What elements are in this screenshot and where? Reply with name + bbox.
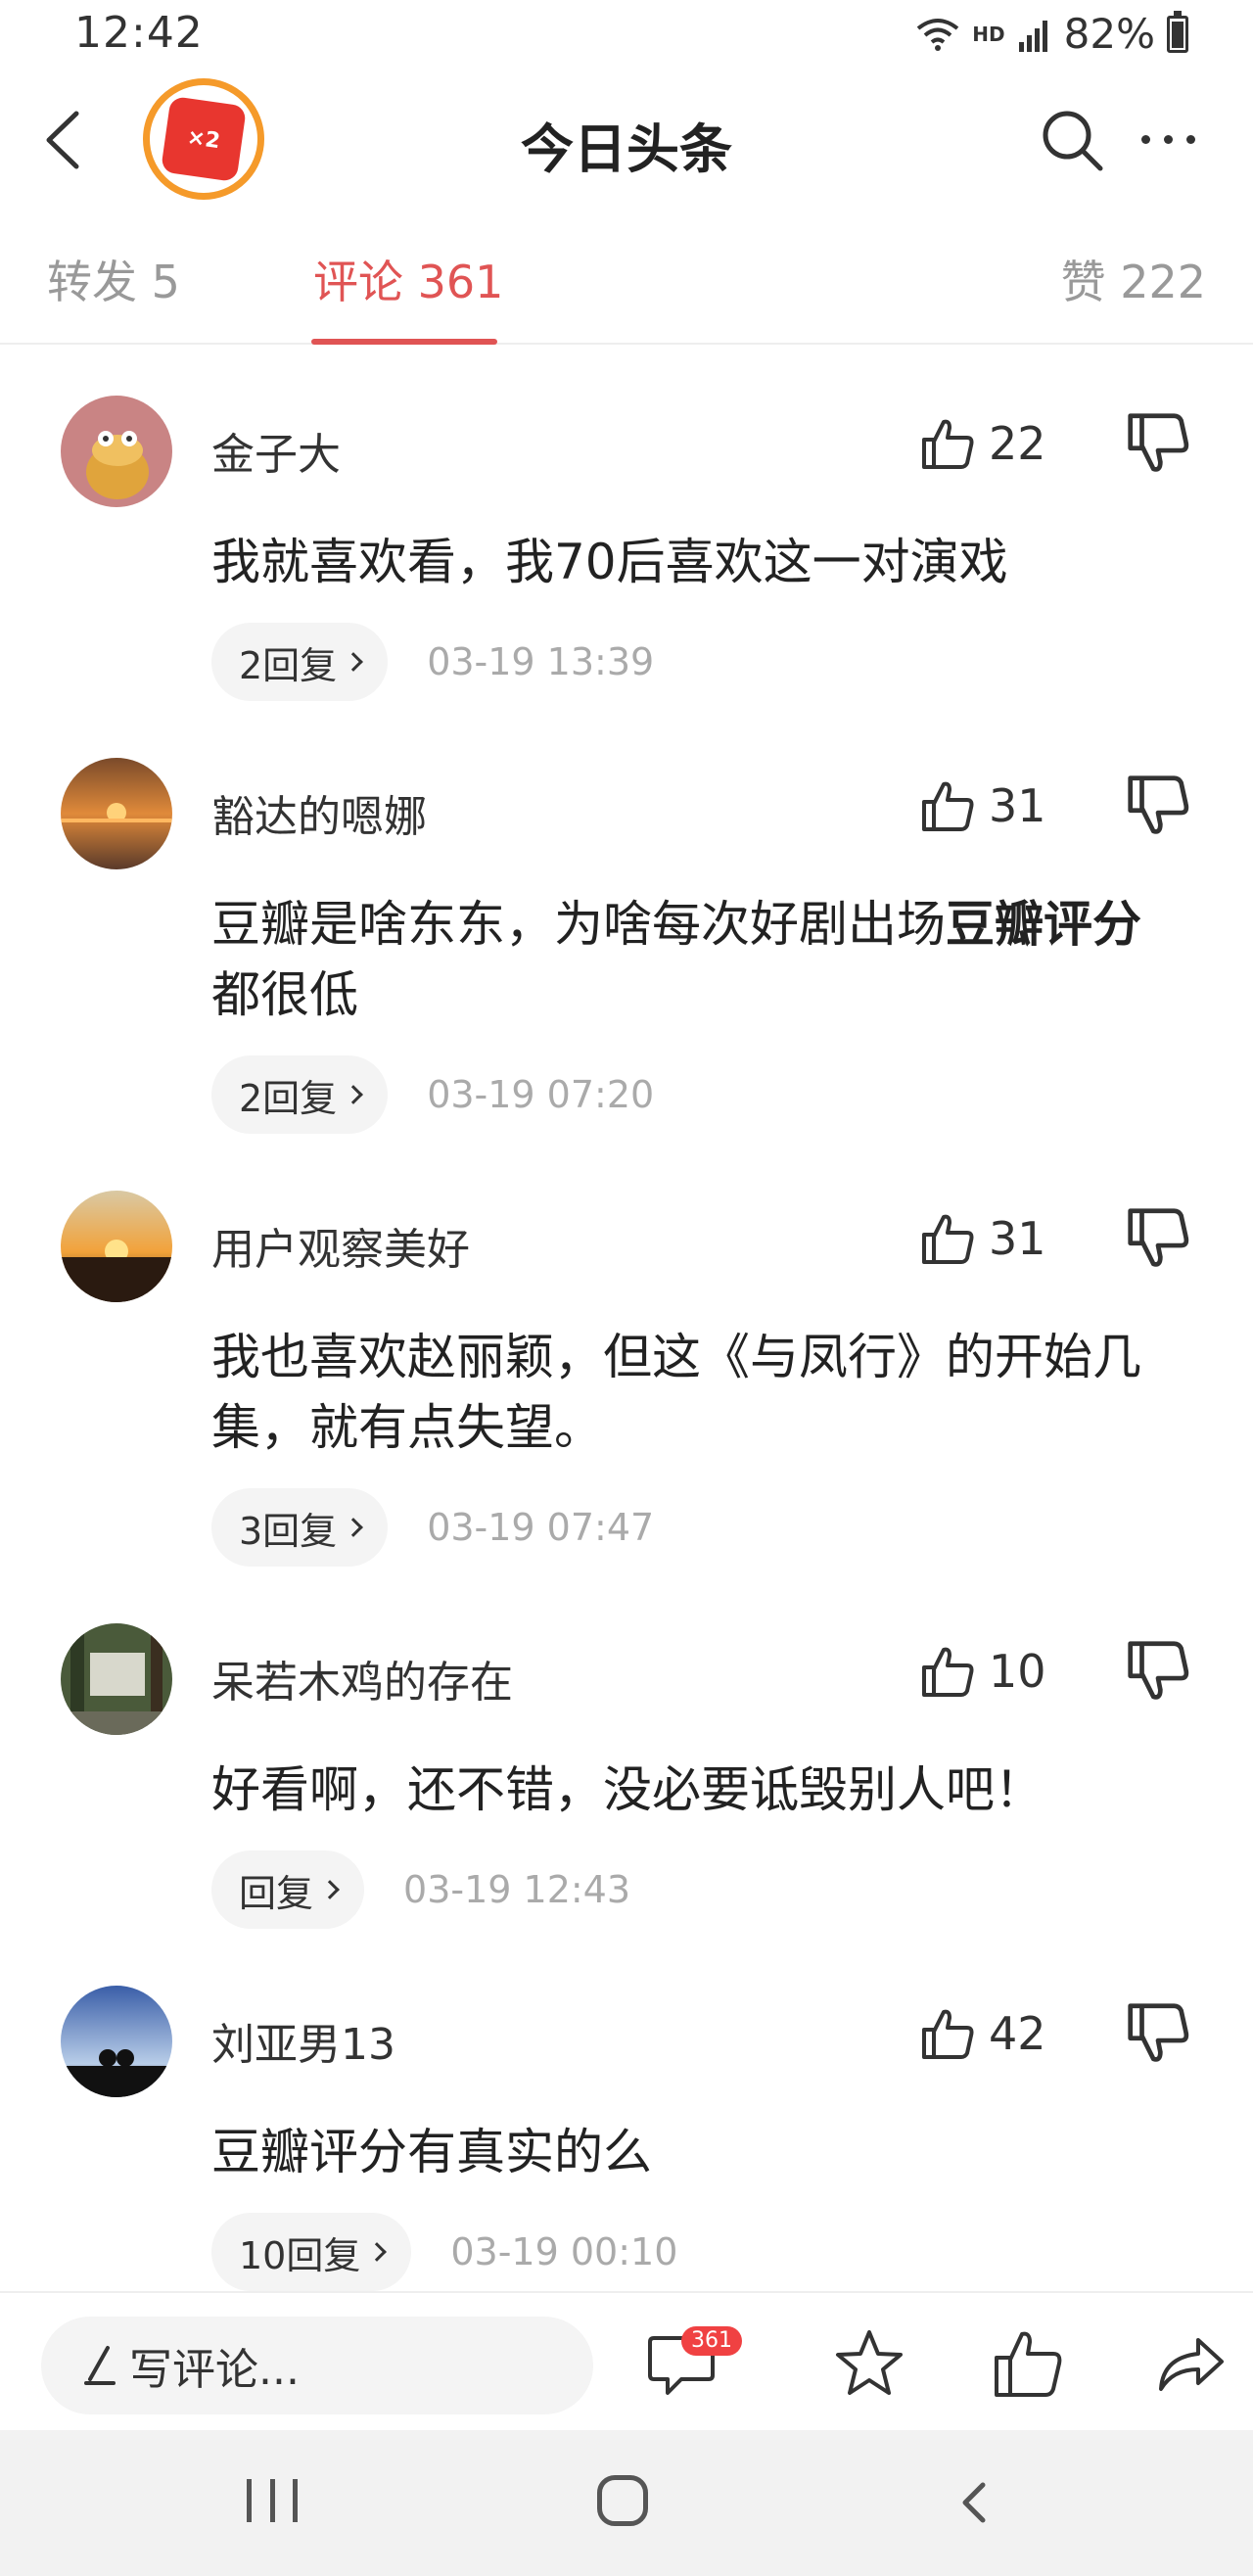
network-type: HD — [972, 22, 1005, 46]
comment-text-highlight[interactable]: 豆瓣评分 — [946, 896, 1141, 953]
thumbs-up-icon — [922, 781, 974, 831]
like-button[interactable]: 31 — [920, 772, 1046, 840]
comment-text: 豆瓣评分有真实的么 — [211, 2124, 652, 2180]
avatar[interactable] — [61, 758, 172, 869]
comment-time: 03-19 12:43 — [403, 1868, 631, 1911]
like-count: 10 — [989, 1645, 1046, 1698]
chevron-right-icon — [344, 652, 364, 672]
signal-icon — [1018, 20, 1047, 52]
wifi-icon — [917, 18, 959, 51]
nav-back-icon[interactable] — [955, 2479, 995, 2526]
chevron-right-icon — [344, 1085, 364, 1104]
avatar[interactable] — [61, 1191, 172, 1302]
avatar[interactable] — [61, 396, 172, 507]
tab-forward[interactable]: 转发 5 — [47, 247, 180, 311]
reply-button[interactable]: 回复 — [211, 1850, 365, 1929]
thumbs-up-icon[interactable] — [989, 2324, 1067, 2403]
thumbs-down-icon[interactable] — [1126, 1639, 1190, 1704]
reply-count: 2回复 — [239, 1076, 338, 1120]
comment-time: 03-19 07:20 — [427, 1073, 655, 1116]
battery-icon — [1167, 10, 1188, 53]
comment-text-part: 豆瓣是啥东东，为啥每次好剧出场 — [211, 896, 946, 953]
comment-list: 金子大 22 我就喜欢看，我70后喜欢这一对演戏 2回复 03-19 13:39 — [0, 345, 1253, 2293]
share-icon[interactable] — [1151, 2324, 1230, 2403]
top-header: ×2 今日头条 — [0, 70, 1253, 210]
bottom-action-bar: 写评论... 361 — [0, 2291, 1253, 2430]
comment-username[interactable]: 用户观察美好 — [211, 1214, 470, 1277]
star-icon[interactable] — [830, 2324, 908, 2403]
system-nav-bar — [0, 2430, 1253, 2576]
reply-button[interactable]: 2回复 — [211, 1055, 389, 1134]
recent-apps-icon[interactable] — [247, 2479, 298, 2522]
comment-text-part: 都很低 — [211, 966, 358, 1023]
reply-button[interactable]: 10回复 — [211, 2213, 412, 2291]
reply-count: 2回复 — [239, 643, 338, 687]
status-bar: 12:42 HD 82% — [0, 0, 1253, 70]
comment-text: 我也喜欢赵丽颖，但这《与凤行》的开始几集，就有点失望。 — [211, 1329, 1141, 1456]
chevron-right-icon — [344, 1518, 364, 1537]
search-icon[interactable] — [1038, 106, 1106, 174]
write-comment-input[interactable]: 写评论... — [41, 2317, 593, 2414]
comment-username[interactable]: 刘亚男13 — [211, 2009, 395, 2072]
reply-button[interactable]: 3回复 — [211, 1488, 389, 1567]
pen-icon — [84, 2346, 116, 2385]
like-count: 22 — [989, 417, 1046, 470]
thumbs-down-icon[interactable] — [1126, 2001, 1190, 2066]
write-comment-placeholder: 写评论... — [129, 2345, 300, 2395]
comment-text: 好看啊，还不错，没必要诋毁别人吧！ — [211, 1761, 1044, 1818]
thumbs-up-icon — [922, 1214, 974, 1264]
tab-bar: 转发 5 评论 361 赞 222 — [0, 210, 1253, 345]
like-button[interactable]: 31 — [920, 1204, 1046, 1273]
like-button[interactable]: 10 — [920, 1637, 1046, 1706]
reply-count: 回复 — [239, 1871, 314, 1915]
comment-meta: 2回复 03-19 07:20 — [211, 1055, 654, 1134]
like-button[interactable]: 22 — [920, 409, 1046, 478]
comment-meta: 2回复 03-19 13:39 — [211, 623, 654, 701]
reply-count: 10回复 — [239, 2233, 361, 2277]
comment-username[interactable]: 呆若木鸡的存在 — [211, 1647, 513, 1710]
thumbs-down-icon[interactable] — [1126, 773, 1190, 838]
thumbs-up-icon — [922, 1647, 974, 1697]
like-count: 31 — [989, 1212, 1046, 1265]
comment-count-badge: 361 — [681, 2326, 742, 2356]
thumbs-up-icon — [922, 419, 974, 469]
like-count: 31 — [989, 779, 1046, 832]
avatar[interactable] — [61, 1986, 172, 2097]
comment-text: 豆瓣是啥东东，为啥每次好剧出场豆瓣评分都很低 — [211, 889, 1171, 1030]
comment-time: 03-19 07:47 — [427, 1506, 655, 1549]
tab-comments[interactable]: 评论 361 — [313, 247, 503, 311]
chevron-right-icon — [367, 2242, 388, 2262]
thumbs-down-icon[interactable] — [1126, 1206, 1190, 1271]
thumbs-down-icon[interactable] — [1126, 411, 1190, 476]
comment-time: 03-19 13:39 — [427, 640, 655, 683]
comment-username[interactable]: 金子大 — [211, 419, 341, 482]
comment-username[interactable]: 豁达的嗯娜 — [211, 781, 427, 844]
reply-count: 3回复 — [239, 1509, 338, 1553]
comment-meta: 10回复 03-19 00:10 — [211, 2213, 677, 2291]
reply-button[interactable]: 2回复 — [211, 623, 389, 701]
avatar[interactable] — [61, 1623, 172, 1735]
home-icon[interactable] — [597, 2475, 648, 2526]
more-icon[interactable] — [1141, 121, 1210, 157]
comment-time: 03-19 00:10 — [450, 2230, 678, 2273]
comment-meta: 回复 03-19 12:43 — [211, 1850, 630, 1929]
thumbs-up-icon — [922, 2009, 974, 2059]
like-count: 42 — [989, 2007, 1046, 2060]
battery-percent: 82% — [1063, 10, 1155, 58]
tab-likes[interactable]: 赞 222 — [1061, 247, 1206, 311]
like-button[interactable]: 42 — [920, 1999, 1046, 2068]
comment-text: 我就喜欢看，我70后喜欢这一对演戏 — [211, 534, 1008, 590]
status-indicators: HD 82% — [915, 10, 1188, 58]
comment-meta: 3回复 03-19 07:47 — [211, 1488, 654, 1567]
chevron-right-icon — [320, 1880, 340, 1899]
status-time: 12:42 — [74, 8, 204, 58]
